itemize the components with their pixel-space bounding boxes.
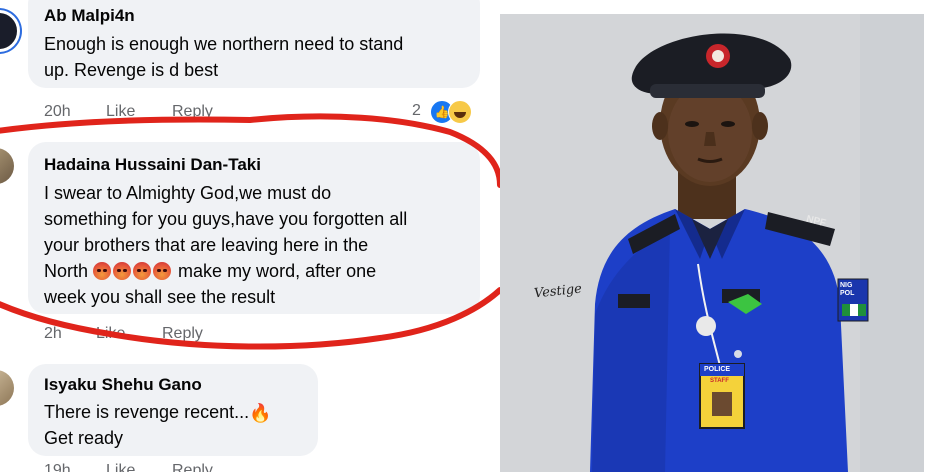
comment-text-line: something for you guys,have you forgotte… — [44, 209, 408, 229]
haha-icon — [448, 100, 472, 124]
comment-timestamp: 20h — [44, 103, 71, 120]
comment-text-line: Get ready — [44, 428, 124, 448]
comment-text-line: week you shall see the result — [44, 287, 276, 307]
comment-text-fragment: There is revenge recent... — [44, 402, 250, 422]
comment-text-fragment: make my word, after one — [178, 261, 377, 281]
comment-timestamp: 2h — [44, 325, 62, 342]
comment-author[interactable]: Hadaina Hussaini Dan-Taki — [44, 155, 261, 175]
comment-text-fragment: North — [44, 261, 89, 281]
id-badge-label: POLICE — [704, 366, 731, 373]
comments-panel: Ab Malpi4n Enough is enough we northern … — [0, 0, 500, 472]
like-button[interactable]: Like — [106, 462, 135, 472]
comment-actions: 19h Like Reply — [44, 462, 344, 472]
angry-emoji — [153, 262, 172, 280]
reaction-count: 2 — [412, 102, 421, 119]
comment-author[interactable]: Isyaku Shehu Gano — [44, 375, 202, 395]
fire-emoji: 🔥 — [249, 403, 272, 423]
avatar[interactable] — [0, 148, 14, 184]
comment-text-line: I swear to Almighty God,we must do — [44, 183, 332, 203]
comment-text-line: up. Revenge is d best — [44, 60, 219, 80]
comment-actions: 2h Like Reply — [44, 325, 344, 345]
comment-text-line: There is revenge recent...🔥 — [44, 399, 272, 426]
angry-emoji — [93, 262, 112, 280]
reply-button[interactable]: Reply — [162, 325, 203, 343]
angry-emoji — [133, 262, 152, 280]
angry-emoji — [113, 262, 132, 280]
avatar[interactable] — [0, 370, 14, 406]
reply-button[interactable]: Reply — [172, 103, 213, 121]
sleeve-patch-label: NIG POL — [840, 282, 855, 297]
photo-panel: Vestige NPF POLICE STAFF NIG POL — [500, 0, 944, 472]
comment-text-line: North make my word, after one — [44, 258, 376, 284]
officer-photo: Vestige NPF POLICE STAFF NIG POL — [500, 14, 924, 472]
reply-button[interactable]: Reply — [172, 462, 213, 472]
like-button[interactable]: Like — [96, 325, 125, 343]
comment-author[interactable]: Ab Malpi4n — [44, 6, 135, 26]
like-button[interactable]: Like — [106, 103, 135, 121]
reaction-summary[interactable]: 2 👍 — [412, 100, 482, 124]
id-badge-sublabel: STAFF — [710, 378, 729, 384]
avatar[interactable] — [0, 10, 20, 52]
officer-illustration — [500, 14, 924, 472]
comment-timestamp: 19h — [44, 462, 71, 472]
comment-actions: 20h Like Reply — [44, 103, 344, 123]
comment-text-line: Enough is enough we northern need to sta… — [44, 34, 404, 54]
comment-text-line: your brothers that are leaving here in t… — [44, 235, 369, 255]
